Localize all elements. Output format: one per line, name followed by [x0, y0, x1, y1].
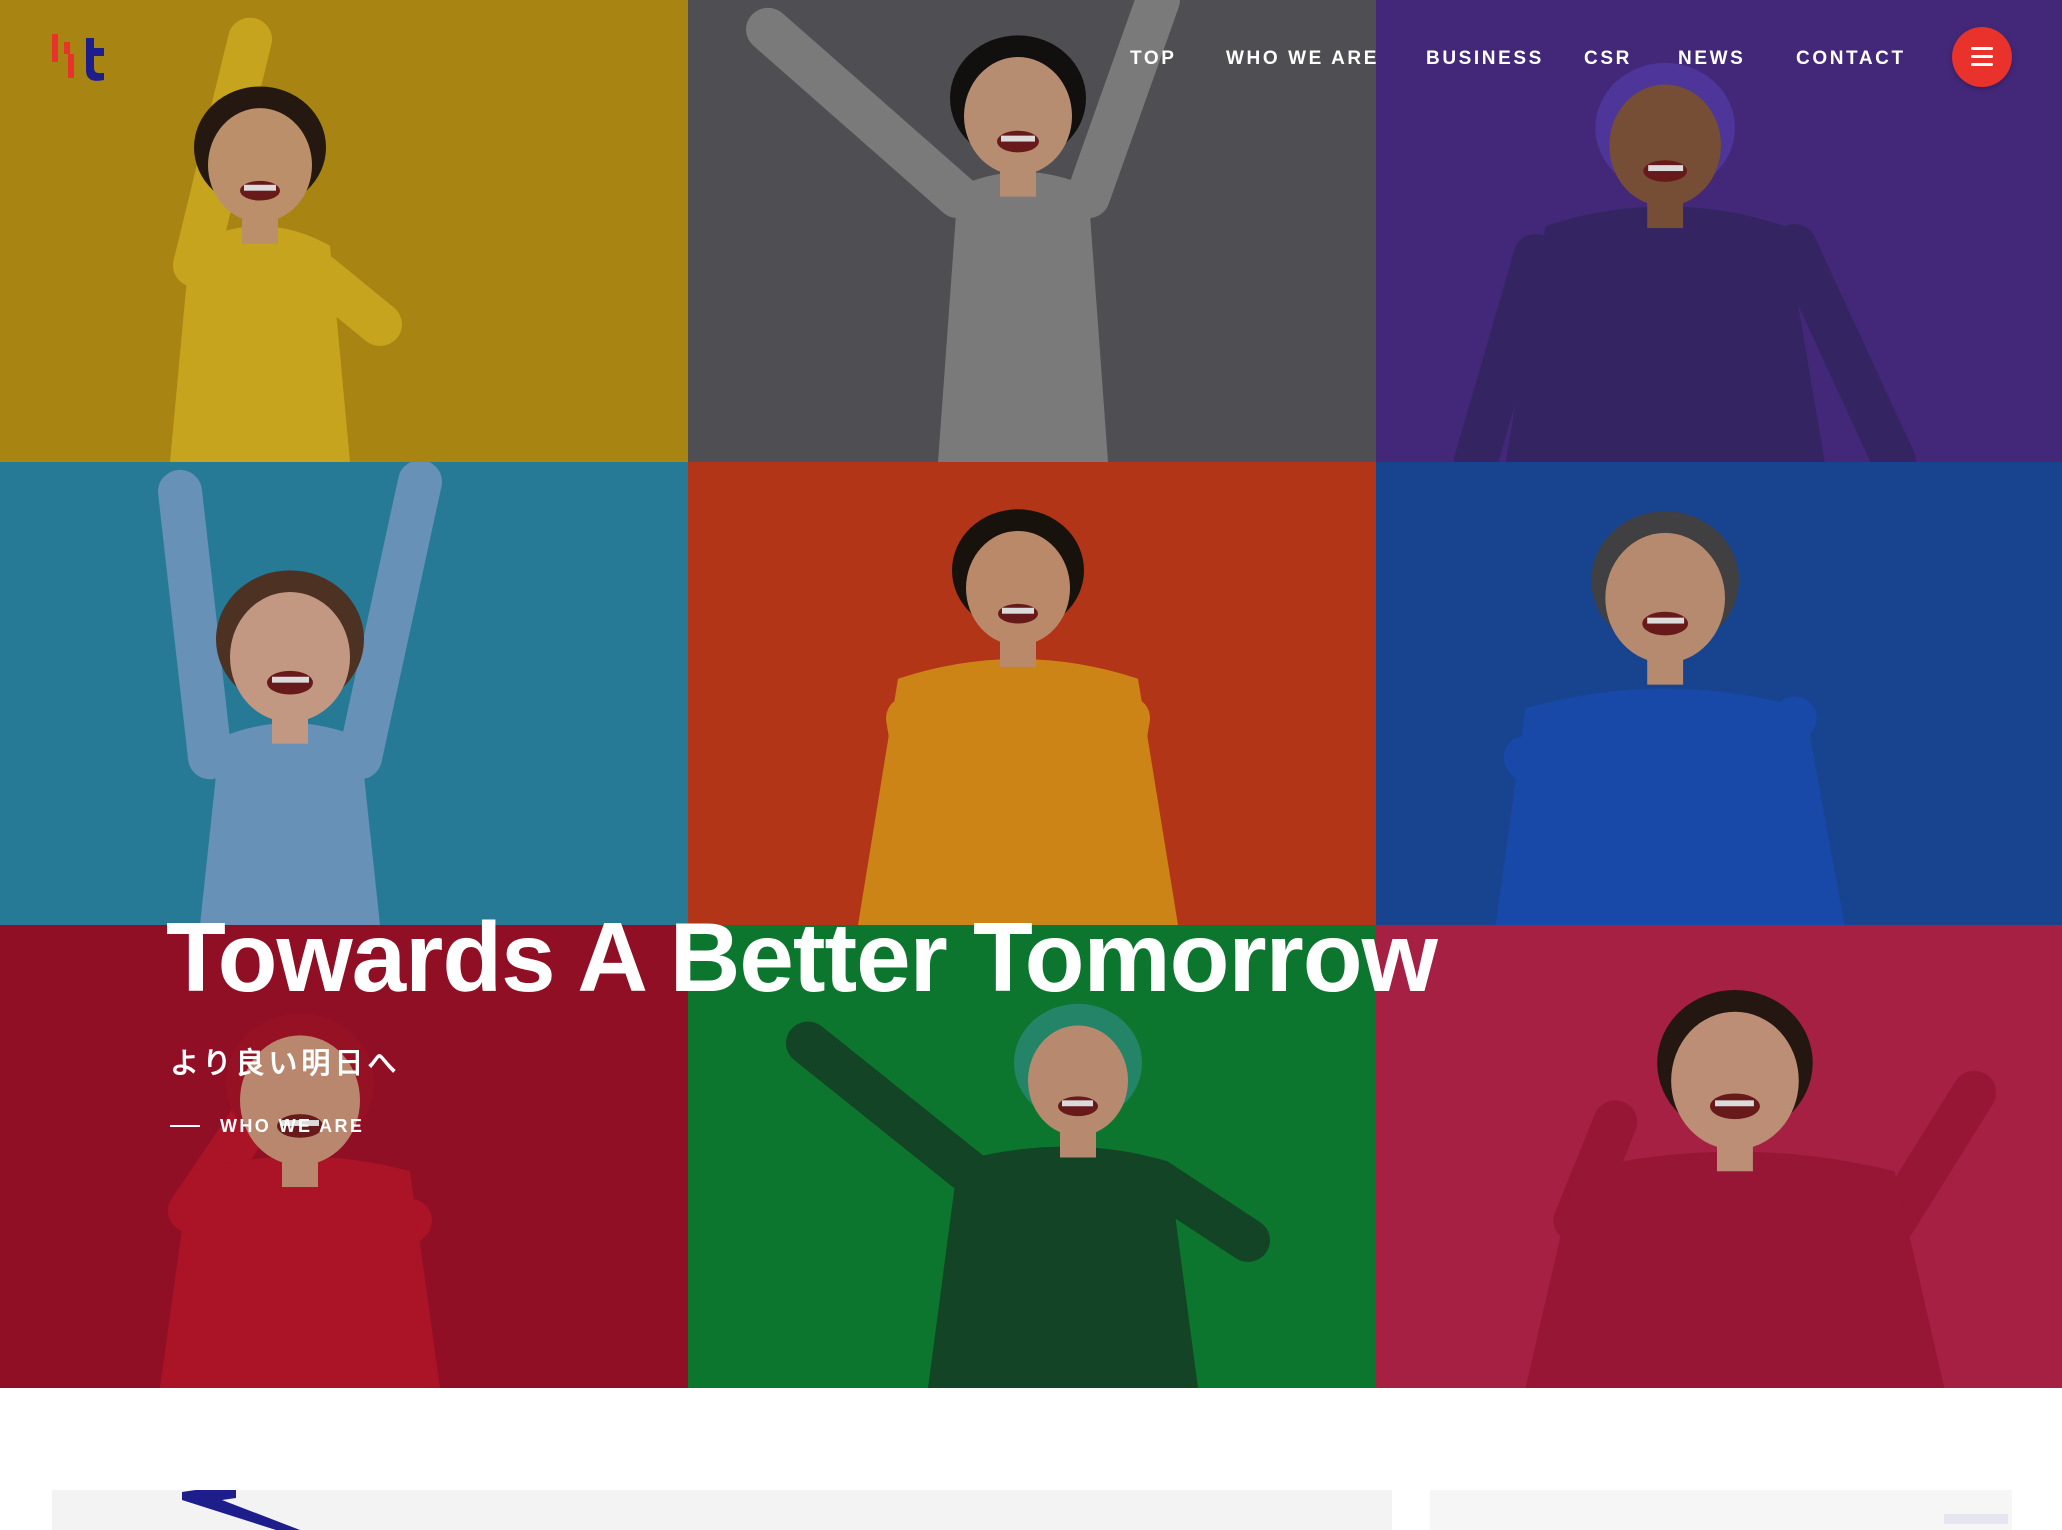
nav-item-business[interactable]: BUSINESS: [1426, 48, 1544, 70]
chevron-left-icon: [182, 1490, 300, 1530]
person-illustration: [688, 462, 1376, 925]
photo-tile-woman-teal: [0, 462, 688, 925]
who-we-are-link-label: WHO WE ARE: [220, 1115, 365, 1136]
photo-tile-man-blue: [1376, 462, 2062, 925]
dash-icon: [170, 1125, 200, 1127]
person-illustration: [1376, 925, 2062, 1388]
hero-photo-grid: [0, 0, 2062, 1388]
nav-item-news[interactable]: NEWS: [1678, 48, 1745, 70]
content-card-left[interactable]: [52, 1490, 1392, 1530]
who-we-are-link[interactable]: WHO WE ARE: [170, 1114, 364, 1138]
hero-title: Towards A Better Tomorrow: [166, 902, 1438, 1012]
hamburger-icon: [1971, 47, 1993, 50]
photo-tile-man-orange: [688, 462, 1376, 925]
nav-item-csr[interactable]: CSR: [1584, 48, 1632, 70]
person-illustration: [0, 462, 688, 925]
menu-button[interactable]: [1952, 27, 2012, 87]
company-logo[interactable]: [46, 28, 112, 84]
hero-subtitle: より良い明日へ: [170, 1046, 401, 1080]
nav-item-contact[interactable]: CONTACT: [1796, 48, 1906, 70]
nav-item-top[interactable]: TOP: [1130, 48, 1177, 70]
person-illustration: [1376, 462, 2062, 925]
hero-section: TOP WHO WE ARE BUSINESS CSR NEWS CONTACT…: [0, 0, 2062, 1388]
nav-item-who-we-are[interactable]: WHO WE ARE: [1226, 48, 1379, 70]
card-tab: [1944, 1514, 2008, 1524]
photo-tile-woman-pink: [1376, 925, 2062, 1388]
content-card-right[interactable]: [1430, 1490, 2012, 1530]
